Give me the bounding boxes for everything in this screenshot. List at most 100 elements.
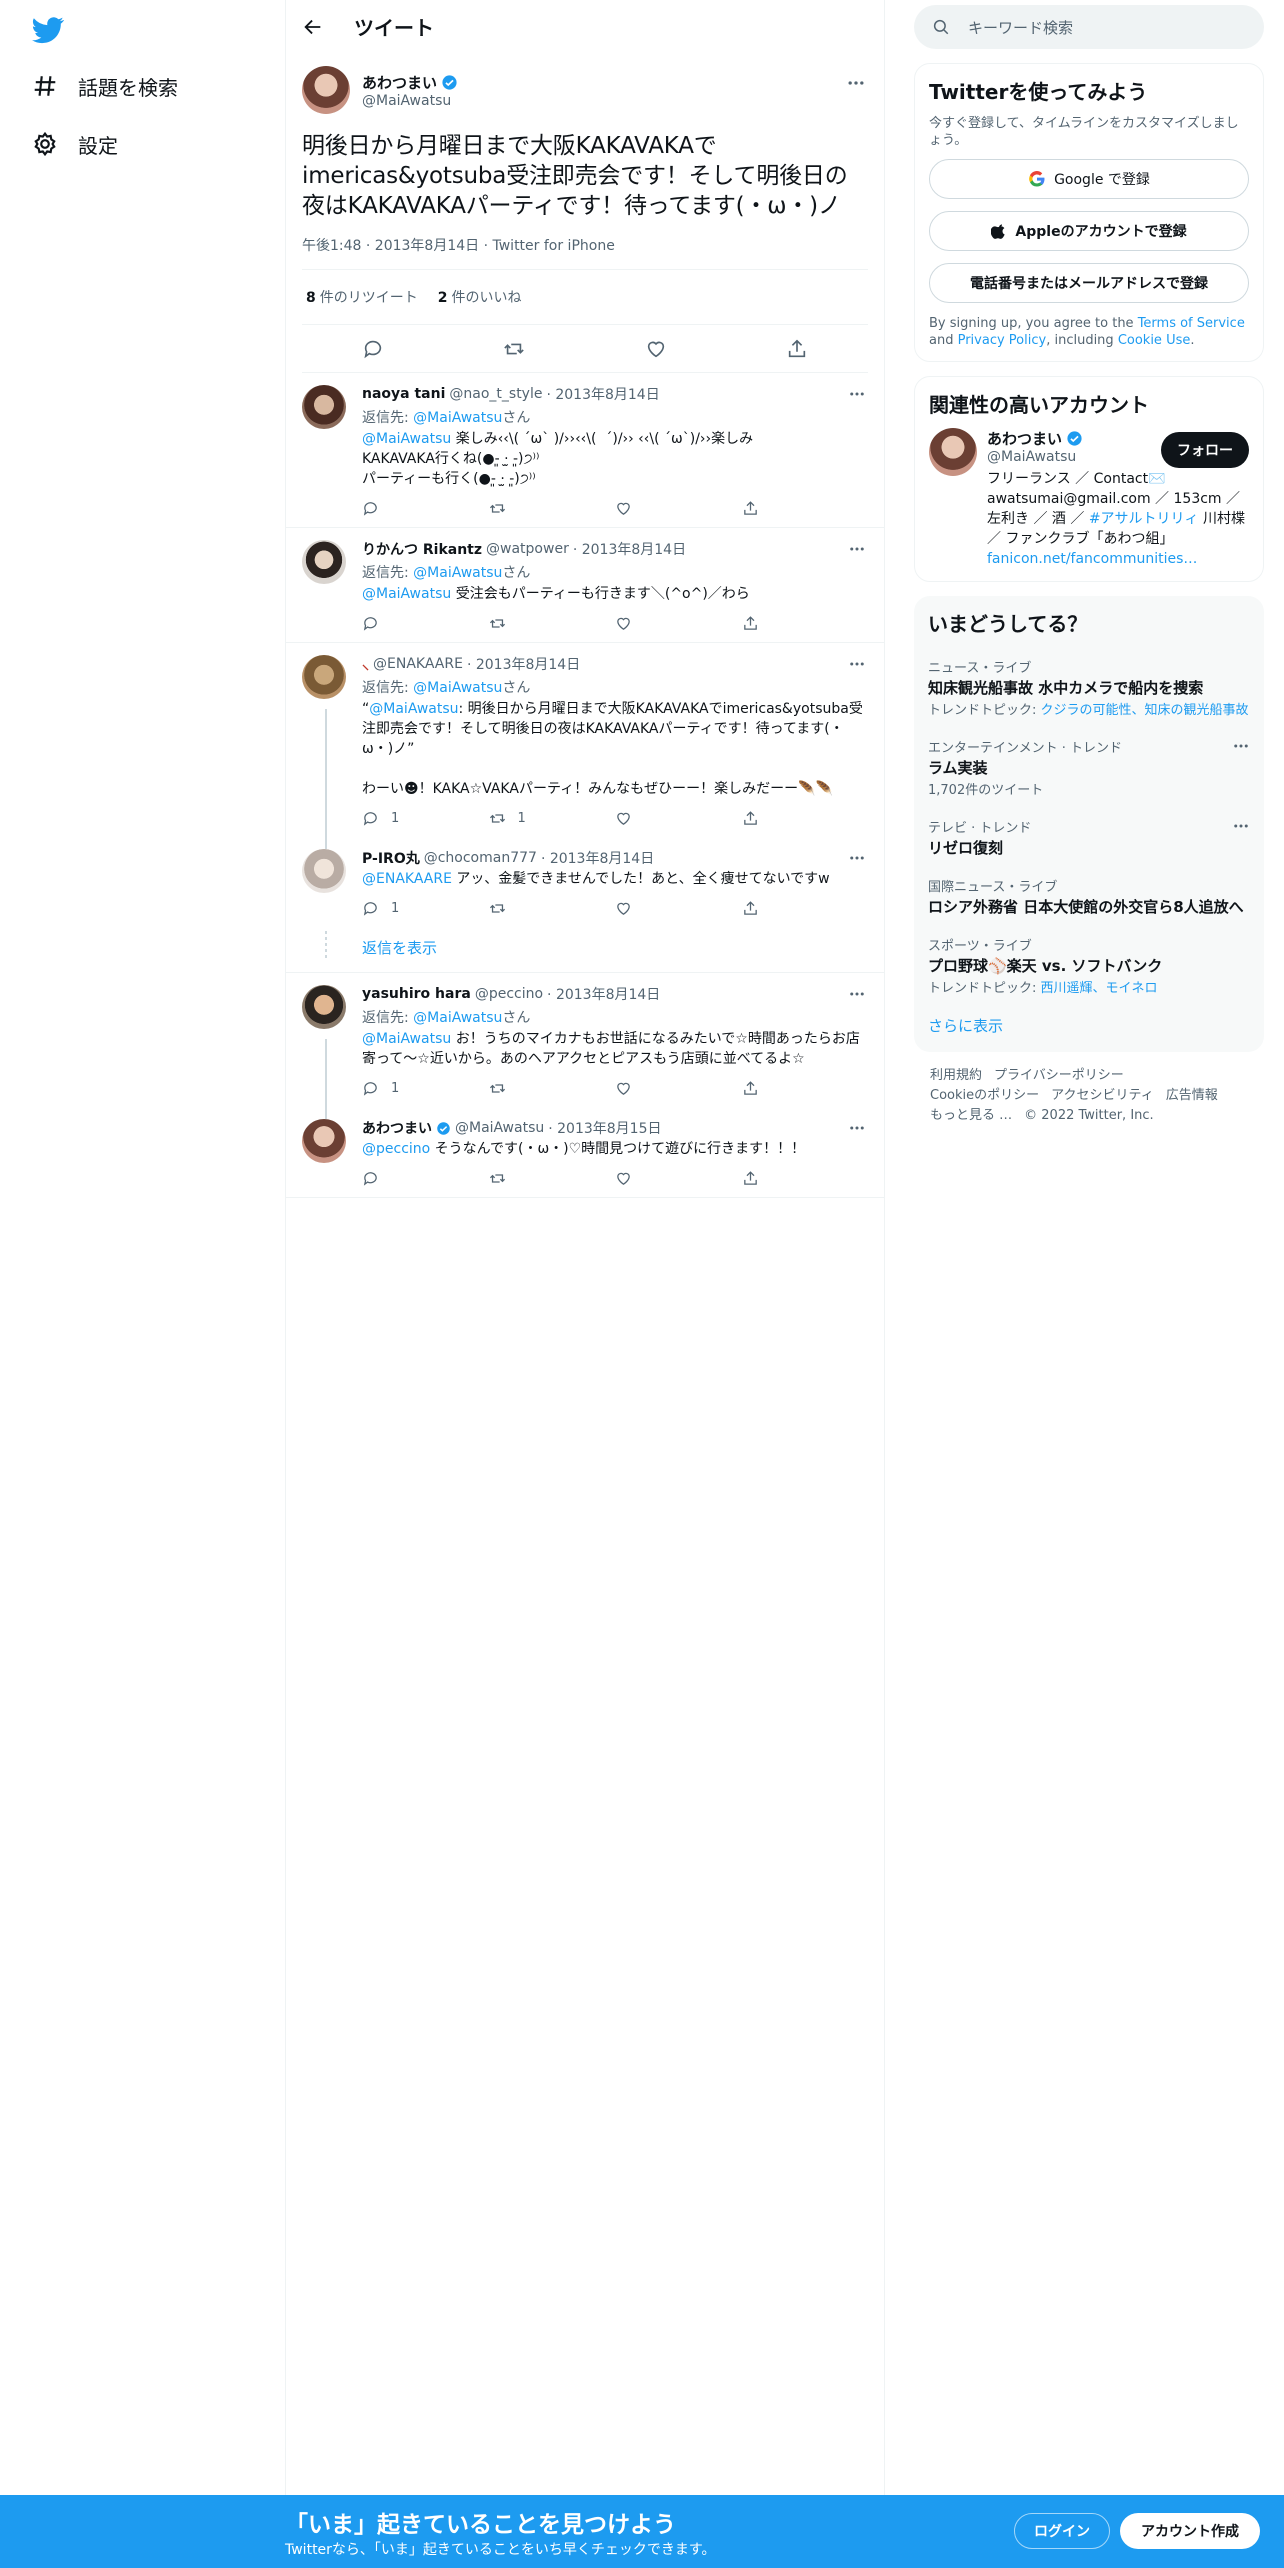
follow-button[interactable]: フォロー xyxy=(1161,432,1249,468)
bio-url-link[interactable]: fanicon.net/fancommunities… xyxy=(987,551,1197,567)
avatar[interactable] xyxy=(302,385,346,429)
avatar[interactable] xyxy=(302,1119,346,1163)
retweet-button[interactable] xyxy=(489,1170,616,1187)
reply-button[interactable] xyxy=(362,615,489,632)
login-button[interactable]: ログイン xyxy=(1014,2513,1110,2549)
reply-author-name[interactable]: yasuhiro hara xyxy=(362,986,471,1002)
reply-author-name[interactable]: naoya tani xyxy=(362,386,445,402)
reply-button[interactable] xyxy=(362,500,489,517)
more-options-icon[interactable] xyxy=(846,73,866,93)
like-button[interactable] xyxy=(615,1170,742,1187)
reply-author-handle[interactable]: @ENAKAARE xyxy=(373,656,463,672)
reply-tweet[interactable]: yasuhiro hara @peccino · 2013年8月14日 返信先: @… xyxy=(286,973,884,1119)
reply-tweet[interactable]: P-IRO丸 @chocoman777 · 2013年8月14日 @ENAKAARE… xyxy=(286,837,884,927)
google-signup-button[interactable]: Google で登録 xyxy=(929,159,1249,199)
reply-icon[interactable] xyxy=(362,338,384,360)
more-options-icon[interactable] xyxy=(848,985,866,1003)
avatar[interactable] xyxy=(302,655,346,699)
cookie-link[interactable]: Cookie Use xyxy=(1118,333,1191,348)
reply-tweet[interactable]: ⸜ @ENAKAARE · 2013年8月14日 返信先: @MaiAwatsuさん… xyxy=(286,643,884,849)
show-replies-link[interactable]: 返信を表示 xyxy=(286,927,884,973)
reply-author-handle[interactable]: @MaiAwatsu xyxy=(455,1120,544,1136)
reply-author-name[interactable]: P-IRO丸 xyxy=(362,848,420,868)
tweet-meta[interactable]: 午後1:48 · 2013年8月14日 · Twitter for iPhone xyxy=(302,235,868,270)
reply-author-handle[interactable]: @chocoman777 xyxy=(424,850,537,866)
mention-link[interactable]: @ENAKAARE xyxy=(362,871,452,887)
reply-date[interactable]: · 2013年8月14日 xyxy=(541,848,654,868)
avatar[interactable] xyxy=(302,985,346,1029)
share-button[interactable] xyxy=(742,500,869,517)
hashtag-link[interactable]: #アサルトリリィ xyxy=(1089,511,1199,527)
more-options-icon[interactable] xyxy=(848,1119,866,1137)
reply-button[interactable]: 1 xyxy=(362,1080,489,1097)
like-count[interactable]: 2 件のいいね xyxy=(438,287,522,307)
like-button[interactable] xyxy=(615,810,742,827)
phone-email-signup-button[interactable]: 電話番号またはメールアドレスで登録 xyxy=(929,263,1249,303)
reply-date[interactable]: · 2013年8月15日 xyxy=(548,1118,661,1138)
more-options-icon[interactable] xyxy=(848,849,866,867)
trend-item[interactable]: テレビ · トレンド リゼロ復刻 xyxy=(928,807,1250,866)
reply-date[interactable]: · 2013年8月14日 xyxy=(573,539,686,559)
reply-button[interactable] xyxy=(362,1170,489,1187)
reply-date[interactable]: · 2013年8月14日 xyxy=(467,654,580,674)
reply-to-mention[interactable]: @MaiAwatsu xyxy=(413,565,502,581)
reply-author-name[interactable]: りかんつ Rikantz xyxy=(362,539,482,559)
mention-link[interactable]: @MaiAwatsu xyxy=(362,431,451,447)
footer-link[interactable]: 利用規約 xyxy=(930,1068,982,1083)
reply-button[interactable]: 1 xyxy=(362,810,489,827)
reply-tweet[interactable]: naoya tani @nao_t_style · 2013年8月14日 返信先: … xyxy=(286,373,884,528)
retweet-button[interactable] xyxy=(489,500,616,517)
twitter-logo-icon[interactable] xyxy=(32,14,64,46)
footer-link[interactable]: もっと見る … xyxy=(930,1108,1012,1123)
avatar[interactable] xyxy=(929,428,977,476)
more-options-icon[interactable] xyxy=(1232,817,1250,835)
mention-link[interactable]: @MaiAwatsu xyxy=(362,586,451,602)
share-button[interactable] xyxy=(742,900,869,917)
retweet-button[interactable] xyxy=(489,1080,616,1097)
avatar[interactable] xyxy=(302,849,346,893)
terms-link[interactable]: Terms of Service xyxy=(1138,316,1245,331)
trend-item[interactable]: ニュース・ライブ 知床観光船事故 水中カメラで船内を捜索 トレンドトピック: ク… xyxy=(928,647,1250,727)
share-icon[interactable] xyxy=(786,338,808,360)
footer-link[interactable]: アクセシビリティ xyxy=(1051,1088,1154,1103)
trend-item[interactable]: スポーツ・ライブ プロ野球⚾楽天 vs. ソフトバンク トレンドトピック: 西川… xyxy=(928,925,1250,1005)
more-options-icon[interactable] xyxy=(848,540,866,558)
apple-signup-button[interactable]: Appleのアカウントで登録 xyxy=(929,211,1249,251)
privacy-link[interactable]: Privacy Policy xyxy=(958,333,1047,348)
like-button[interactable] xyxy=(615,500,742,517)
retweet-button[interactable] xyxy=(489,900,616,917)
retweet-count[interactable]: 8 件のリツイート xyxy=(306,287,418,307)
nav-settings[interactable]: 設定 xyxy=(32,124,118,164)
trend-topic-link[interactable]: クジラの可能性、知床の観光船事故 xyxy=(1041,703,1249,718)
mention-link[interactable]: @peccino xyxy=(362,1141,430,1157)
author-name[interactable]: あわつまい xyxy=(362,72,458,93)
reply-date[interactable]: · 2013年8月14日 xyxy=(547,984,660,1004)
trend-item[interactable]: エンターテインメント · トレンド ラム実装 1,702件のツイート xyxy=(928,727,1250,807)
share-button[interactable] xyxy=(742,810,869,827)
back-arrow-icon[interactable] xyxy=(302,16,324,38)
reply-to-mention[interactable]: @MaiAwatsu xyxy=(413,680,502,696)
reply-tweet[interactable]: りかんつ Rikantz @watpower · 2013年8月14日 返信先: @… xyxy=(286,528,884,643)
reply-to-mention[interactable]: @MaiAwatsu xyxy=(413,1010,502,1026)
share-button[interactable] xyxy=(742,1080,869,1097)
reply-author-name[interactable]: ⸜ xyxy=(362,655,369,674)
more-options-icon[interactable] xyxy=(1232,737,1250,755)
like-icon[interactable] xyxy=(645,338,667,360)
reply-author-handle[interactable]: @peccino xyxy=(475,986,543,1002)
search-box[interactable]: キーワード検索 xyxy=(914,5,1264,49)
retweet-button[interactable] xyxy=(489,615,616,632)
reply-author-handle[interactable]: @nao_t_style xyxy=(449,386,542,402)
retweet-icon[interactable] xyxy=(503,338,525,360)
signup-button[interactable]: アカウント作成 xyxy=(1120,2513,1260,2549)
footer-link[interactable]: Cookieのポリシー xyxy=(930,1088,1039,1103)
share-button[interactable] xyxy=(742,1170,869,1187)
mention-link[interactable]: @MaiAwatsu xyxy=(362,1031,451,1047)
reply-to-mention[interactable]: @MaiAwatsu xyxy=(413,410,502,426)
footer-link[interactable]: 広告情報 xyxy=(1166,1088,1218,1103)
show-more-link[interactable]: さらに表示 xyxy=(928,1005,1250,1040)
trend-topic-link[interactable]: 西川遥輝、モイネロ xyxy=(1041,981,1158,996)
like-button[interactable] xyxy=(615,1080,742,1097)
avatar[interactable] xyxy=(302,540,346,584)
reply-author-name[interactable]: あわつまい xyxy=(362,1118,432,1138)
like-button[interactable] xyxy=(615,900,742,917)
